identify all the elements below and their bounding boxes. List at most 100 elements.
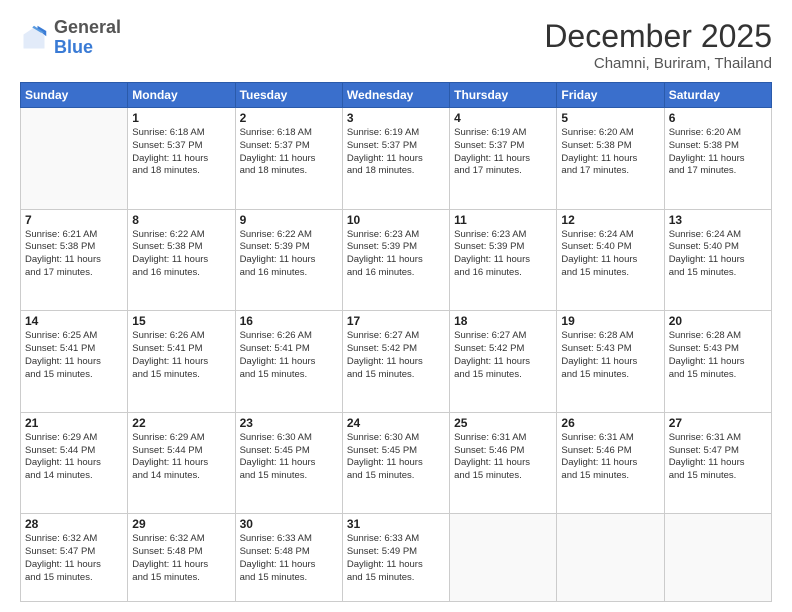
calendar-week-row: 1Sunrise: 6:18 AM Sunset: 5:37 PM Daylig… — [21, 108, 772, 210]
day-number: 12 — [561, 213, 659, 227]
calendar-cell: 6 Sunrise: 6:20 AM Sunset: 5:38 PM Daylig… — [664, 108, 771, 210]
day-number: 29 — [132, 517, 230, 531]
day-info: Sunrise: 6:25 AM Sunset: 5:41 PM Dayligh… — [25, 330, 123, 381]
logo-icon — [20, 24, 48, 52]
calendar-cell: 4 Sunrise: 6:19 AM Sunset: 5:37 PM Daylig… — [450, 108, 557, 210]
calendar-cell: 23Sunrise: 6:30 AM Sunset: 5:45 PM Dayli… — [235, 412, 342, 514]
day-number: 28 — [25, 517, 123, 531]
calendar-cell — [557, 514, 664, 602]
day-number: 31 — [347, 517, 445, 531]
calendar-cell: 7 Sunrise: 6:21 AM Sunset: 5:38 PM Daylig… — [21, 209, 128, 311]
calendar-week-row: 28 Sunrise: 6:32 AM Sunset: 5:47 PM Dayli… — [21, 514, 772, 602]
calendar-cell: 18 Sunrise: 6:27 AM Sunset: 5:42 PM Dayli… — [450, 311, 557, 413]
day-number: 4 — [454, 111, 552, 125]
title-block: December 2025 Chamni, Buriram, Thailand — [544, 18, 772, 72]
calendar-cell: 11 Sunrise: 6:23 AM Sunset: 5:39 PM Dayli… — [450, 209, 557, 311]
logo-blue-text: Blue — [54, 37, 93, 57]
day-number: 21 — [25, 416, 123, 430]
calendar-cell: 30 Sunrise: 6:33 AM Sunset: 5:48 PM Dayli… — [235, 514, 342, 602]
col-header-thursday: Thursday — [450, 83, 557, 108]
day-number: 17 — [347, 314, 445, 328]
day-info: Sunrise: 6:19 AM Sunset: 5:37 PM Dayligh… — [347, 127, 445, 178]
day-info: Sunrise: 6:23 AM Sunset: 5:39 PM Dayligh… — [454, 229, 552, 280]
calendar-header-row: SundayMondayTuesdayWednesdayThursdayFrid… — [21, 83, 772, 108]
calendar-table: SundayMondayTuesdayWednesdayThursdayFrid… — [20, 82, 772, 602]
day-number: 11 — [454, 213, 552, 227]
col-header-monday: Monday — [128, 83, 235, 108]
day-number: 23 — [240, 416, 338, 430]
month-title: December 2025 — [544, 18, 772, 55]
day-number: 25 — [454, 416, 552, 430]
day-info: Sunrise: 6:26 AM Sunset: 5:41 PM Dayligh… — [132, 330, 230, 381]
day-info: Sunrise: 6:18 AM Sunset: 5:37 PM Dayligh… — [132, 127, 230, 178]
day-info: Sunrise: 6:33 AM Sunset: 5:48 PM Dayligh… — [240, 533, 338, 584]
calendar-cell: 16Sunrise: 6:26 AM Sunset: 5:41 PM Dayli… — [235, 311, 342, 413]
day-info: Sunrise: 6:31 AM Sunset: 5:46 PM Dayligh… — [561, 432, 659, 483]
day-number: 19 — [561, 314, 659, 328]
calendar-cell: 3Sunrise: 6:19 AM Sunset: 5:37 PM Daylig… — [342, 108, 449, 210]
col-header-saturday: Saturday — [664, 83, 771, 108]
day-info: Sunrise: 6:24 AM Sunset: 5:40 PM Dayligh… — [669, 229, 767, 280]
day-number: 27 — [669, 416, 767, 430]
day-info: Sunrise: 6:21 AM Sunset: 5:38 PM Dayligh… — [25, 229, 123, 280]
page: General Blue December 2025 Chamni, Burir… — [0, 0, 792, 612]
day-number: 5 — [561, 111, 659, 125]
calendar-cell: 26 Sunrise: 6:31 AM Sunset: 5:46 PM Dayli… — [557, 412, 664, 514]
day-number: 8 — [132, 213, 230, 227]
calendar-cell: 13 Sunrise: 6:24 AM Sunset: 5:40 PM Dayli… — [664, 209, 771, 311]
day-info: Sunrise: 6:20 AM Sunset: 5:38 PM Dayligh… — [669, 127, 767, 178]
logo-general-text: General — [54, 17, 121, 37]
day-info: Sunrise: 6:31 AM Sunset: 5:47 PM Dayligh… — [669, 432, 767, 483]
calendar-cell: 22Sunrise: 6:29 AM Sunset: 5:44 PM Dayli… — [128, 412, 235, 514]
calendar-cell: 8Sunrise: 6:22 AM Sunset: 5:38 PM Daylig… — [128, 209, 235, 311]
col-header-tuesday: Tuesday — [235, 83, 342, 108]
calendar-cell — [21, 108, 128, 210]
day-number: 9 — [240, 213, 338, 227]
calendar-week-row: 14Sunrise: 6:25 AM Sunset: 5:41 PM Dayli… — [21, 311, 772, 413]
day-number: 30 — [240, 517, 338, 531]
col-header-sunday: Sunday — [21, 83, 128, 108]
calendar-cell: 25Sunrise: 6:31 AM Sunset: 5:46 PM Dayli… — [450, 412, 557, 514]
day-number: 20 — [669, 314, 767, 328]
day-info: Sunrise: 6:19 AM Sunset: 5:37 PM Dayligh… — [454, 127, 552, 178]
day-info: Sunrise: 6:30 AM Sunset: 5:45 PM Dayligh… — [347, 432, 445, 483]
day-info: Sunrise: 6:32 AM Sunset: 5:47 PM Dayligh… — [25, 533, 123, 584]
calendar-cell: 2Sunrise: 6:18 AM Sunset: 5:37 PM Daylig… — [235, 108, 342, 210]
col-header-wednesday: Wednesday — [342, 83, 449, 108]
day-number: 22 — [132, 416, 230, 430]
calendar-cell: 27 Sunrise: 6:31 AM Sunset: 5:47 PM Dayli… — [664, 412, 771, 514]
calendar-cell: 29 Sunrise: 6:32 AM Sunset: 5:48 PM Dayli… — [128, 514, 235, 602]
day-number: 6 — [669, 111, 767, 125]
day-info: Sunrise: 6:23 AM Sunset: 5:39 PM Dayligh… — [347, 229, 445, 280]
logo: General Blue — [20, 18, 121, 58]
day-info: Sunrise: 6:26 AM Sunset: 5:41 PM Dayligh… — [240, 330, 338, 381]
day-number: 26 — [561, 416, 659, 430]
day-info: Sunrise: 6:24 AM Sunset: 5:40 PM Dayligh… — [561, 229, 659, 280]
calendar-cell: 20Sunrise: 6:28 AM Sunset: 5:43 PM Dayli… — [664, 311, 771, 413]
calendar-cell: 12 Sunrise: 6:24 AM Sunset: 5:40 PM Dayli… — [557, 209, 664, 311]
calendar-cell: 10 Sunrise: 6:23 AM Sunset: 5:39 PM Dayli… — [342, 209, 449, 311]
day-number: 13 — [669, 213, 767, 227]
day-info: Sunrise: 6:20 AM Sunset: 5:38 PM Dayligh… — [561, 127, 659, 178]
calendar-cell: 28 Sunrise: 6:32 AM Sunset: 5:47 PM Dayli… — [21, 514, 128, 602]
day-info: Sunrise: 6:28 AM Sunset: 5:43 PM Dayligh… — [561, 330, 659, 381]
day-number: 10 — [347, 213, 445, 227]
day-info: Sunrise: 6:27 AM Sunset: 5:42 PM Dayligh… — [454, 330, 552, 381]
day-info: Sunrise: 6:27 AM Sunset: 5:42 PM Dayligh… — [347, 330, 445, 381]
calendar-cell: 5 Sunrise: 6:20 AM Sunset: 5:38 PM Daylig… — [557, 108, 664, 210]
day-number: 2 — [240, 111, 338, 125]
calendar-cell: 9Sunrise: 6:22 AM Sunset: 5:39 PM Daylig… — [235, 209, 342, 311]
calendar-week-row: 7 Sunrise: 6:21 AM Sunset: 5:38 PM Daylig… — [21, 209, 772, 311]
col-header-friday: Friday — [557, 83, 664, 108]
calendar-cell: 15 Sunrise: 6:26 AM Sunset: 5:41 PM Dayli… — [128, 311, 235, 413]
calendar-cell: 14Sunrise: 6:25 AM Sunset: 5:41 PM Dayli… — [21, 311, 128, 413]
calendar-cell: 24 Sunrise: 6:30 AM Sunset: 5:45 PM Dayli… — [342, 412, 449, 514]
day-number: 18 — [454, 314, 552, 328]
day-number: 15 — [132, 314, 230, 328]
calendar-week-row: 21Sunrise: 6:29 AM Sunset: 5:44 PM Dayli… — [21, 412, 772, 514]
day-number: 24 — [347, 416, 445, 430]
calendar-cell: 1Sunrise: 6:18 AM Sunset: 5:37 PM Daylig… — [128, 108, 235, 210]
day-info: Sunrise: 6:32 AM Sunset: 5:48 PM Dayligh… — [132, 533, 230, 584]
calendar-cell: 31Sunrise: 6:33 AM Sunset: 5:49 PM Dayli… — [342, 514, 449, 602]
day-number: 7 — [25, 213, 123, 227]
